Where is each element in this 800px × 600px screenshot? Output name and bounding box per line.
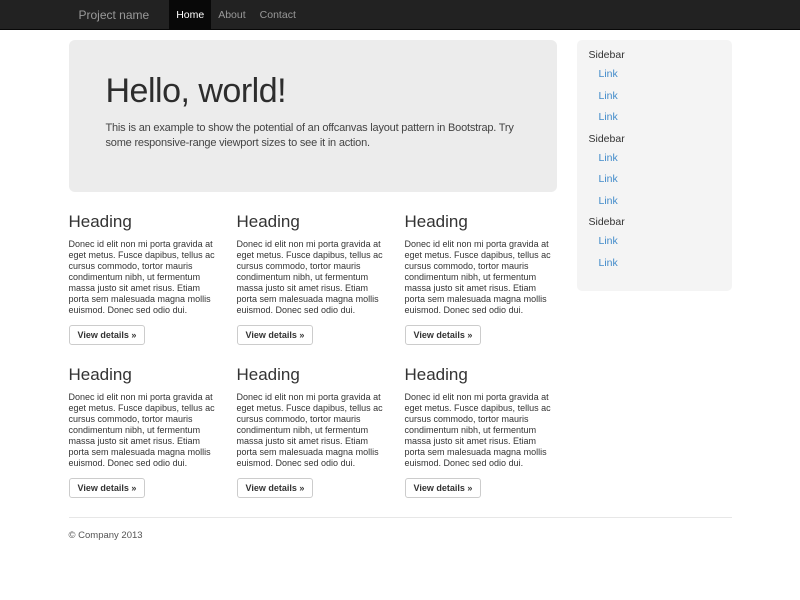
page-title: Hello, world! [106,72,520,111]
content-card-2: Heading Donec id elit non mi porta gravi… [237,192,389,345]
jumbotron-lead: This is an example to show the potential… [106,121,520,151]
view-details-button[interactable]: View details » [237,325,314,345]
sidebar: Sidebar Link Link Link Sidebar Link Link… [577,40,732,291]
sidebar-link[interactable]: Link [577,258,732,269]
navbar: Project name Home About Contact [0,0,800,30]
card-heading: Heading [237,365,389,384]
footer: © Company 2013 [69,517,732,541]
copyright: © Company 2013 [69,530,732,541]
jumbotron: Hello, world! This is an example to show… [69,40,557,192]
main-column: Hello, world! This is an example to show… [69,40,557,498]
sidebar-link[interactable]: Link [577,91,732,102]
card-body-text: Donec id elit non mi porta gravida at eg… [405,392,557,469]
nav-item-home[interactable]: Home [169,0,211,30]
sidebar-link[interactable]: Link [577,112,732,123]
view-details-button[interactable]: View details » [69,478,146,498]
brand-link[interactable]: Project name [69,0,160,30]
content-card-5: Heading Donec id elit non mi porta gravi… [237,345,389,498]
nav-menu: Home About Contact [169,0,303,30]
view-details-button[interactable]: View details » [405,478,482,498]
sidebar-link[interactable]: Link [577,174,732,185]
sidebar-link[interactable]: Link [577,196,732,207]
cards-grid: Heading Donec id elit non mi porta gravi… [69,192,557,498]
sidebar-link[interactable]: Link [577,236,732,247]
footer-divider [69,517,732,518]
content-card-1: Heading Donec id elit non mi porta gravi… [69,192,221,345]
view-details-button[interactable]: View details » [237,478,314,498]
card-heading: Heading [69,365,221,384]
card-body-text: Donec id elit non mi porta gravida at eg… [405,239,557,316]
content-card-6: Heading Donec id elit non mi porta gravi… [405,345,557,498]
card-body-text: Donec id elit non mi porta gravida at eg… [237,392,389,469]
card-heading: Heading [405,212,557,231]
card-heading: Heading [405,365,557,384]
content-card-4: Heading Donec id elit non mi porta gravi… [69,345,221,498]
sidebar-link[interactable]: Link [577,153,732,164]
card-heading: Heading [237,212,389,231]
card-body-text: Donec id elit non mi porta gravida at eg… [69,392,221,469]
sidebar-heading-2: Sidebar [577,134,732,145]
sidebar-heading-3: Sidebar [577,217,732,228]
card-body-text: Donec id elit non mi porta gravida at eg… [69,239,221,316]
nav-item-about[interactable]: About [211,0,252,30]
view-details-button[interactable]: View details » [405,325,482,345]
content-row: Hello, world! This is an example to show… [69,40,732,498]
navbar-container: Project name Home About Contact [69,0,732,30]
page-container: Hello, world! This is an example to show… [69,40,732,541]
card-body-text: Donec id elit non mi porta gravida at eg… [237,239,389,316]
content-card-3: Heading Donec id elit non mi porta gravi… [405,192,557,345]
nav-item-contact[interactable]: Contact [253,0,303,30]
sidebar-link[interactable]: Link [577,69,732,80]
sidebar-heading-1: Sidebar [577,50,732,61]
card-heading: Heading [69,212,221,231]
view-details-button[interactable]: View details » [69,325,146,345]
